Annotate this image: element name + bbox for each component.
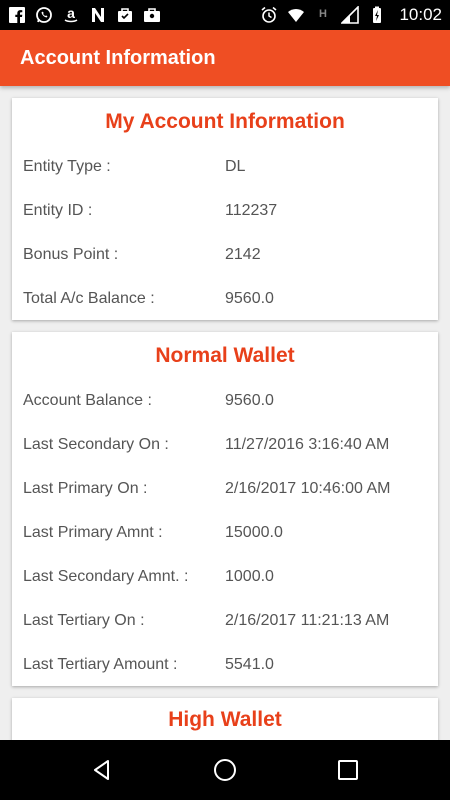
- row-label: Last Primary On :: [23, 480, 148, 497]
- back-button[interactable]: [82, 750, 122, 790]
- row-value: 5541.0: [225, 656, 274, 673]
- back-icon: [93, 760, 109, 780]
- row-value: 9560.0: [225, 290, 274, 307]
- wifi-icon: [287, 6, 305, 24]
- info-row: Last Tertiary Amount : 5541.0: [12, 656, 438, 680]
- row-label: Last Primary Amnt :: [23, 524, 163, 541]
- notification-icons: a: [8, 6, 161, 24]
- row-value: DL: [225, 158, 246, 175]
- row-value: 1000.0: [225, 568, 274, 585]
- news-icon: [89, 6, 107, 24]
- row-label: Last Secondary Amnt. :: [23, 568, 189, 585]
- row-label: Account Balance :: [23, 392, 152, 409]
- navigation-bar: [0, 740, 450, 800]
- info-row: Bonus Point : 2142: [12, 246, 438, 270]
- page-title: Account Information: [20, 46, 216, 69]
- row-value: 2/16/2017 11:21:13 AM: [225, 612, 390, 629]
- battery-charging-icon: [368, 6, 386, 24]
- info-row: Account Balance : 9560.0: [12, 392, 438, 416]
- row-value: 9560.0: [225, 392, 274, 409]
- whatsapp-icon: [35, 6, 53, 24]
- clock-time: 10:02: [399, 5, 442, 24]
- account-content[interactable]: My Account Information Entity Type : DL …: [0, 86, 450, 740]
- info-row: Last Tertiary On : 2/16/2017 11:21:13 AM: [12, 612, 438, 636]
- system-icons: H 10:02: [260, 5, 442, 25]
- bag-icon: [116, 6, 134, 24]
- card-title: My Account Information: [105, 110, 345, 133]
- home-icon: [213, 759, 236, 781]
- h-signal-icon: H: [314, 6, 332, 24]
- info-row: Last Secondary On : 11/27/2016 3:16:40 A…: [12, 436, 438, 460]
- info-row: Last Primary On : 2/16/2017 10:46:00 AM: [12, 480, 438, 504]
- alarm-icon: [260, 6, 278, 24]
- row-value: 2/16/2017 10:46:00 AM: [225, 480, 391, 497]
- row-value: 2142: [225, 246, 261, 263]
- svg-text:a: a: [67, 6, 75, 21]
- row-label: Last Secondary On :: [23, 436, 169, 453]
- row-label: Bonus Point :: [23, 246, 119, 263]
- facebook-icon: [8, 6, 26, 24]
- info-row: Last Secondary Amnt. : 1000.0: [12, 568, 438, 592]
- card-title: High Wallet: [168, 708, 282, 731]
- status-bar: a H 10:02: [0, 0, 450, 30]
- row-value: 112237: [225, 202, 278, 219]
- account-info-card: My Account Information Entity Type : DL …: [12, 98, 438, 320]
- info-row: Entity ID : 112237: [12, 202, 438, 226]
- row-label: Entity ID :: [23, 202, 93, 219]
- normal-wallet-card: Normal Wallet Account Balance : 9560.0 L…: [12, 332, 438, 686]
- home-button[interactable]: [205, 750, 245, 790]
- row-value: 15000.0: [225, 524, 283, 541]
- row-label: Last Tertiary On :: [23, 612, 145, 629]
- row-label: Entity Type :: [23, 158, 111, 175]
- recents-button[interactable]: [328, 750, 368, 790]
- network-type-label: H: [319, 8, 327, 20]
- row-value: 11/27/2016 3:16:40 AM: [225, 436, 390, 453]
- info-row: Entity Type : DL: [12, 158, 438, 182]
- info-row: Last Primary Amnt : 15000.0: [12, 524, 438, 548]
- info-row: Total A/c Balance : 9560.0: [12, 290, 438, 314]
- row-label: Last Tertiary Amount :: [23, 656, 178, 673]
- app-bar: Account Information: [0, 30, 450, 86]
- signal-icon: [341, 6, 360, 24]
- recents-icon: [338, 760, 359, 780]
- row-label: Total A/c Balance :: [23, 290, 155, 307]
- briefcase-icon: [143, 6, 161, 24]
- amazon-icon: a: [62, 6, 80, 24]
- high-wallet-card: High Wallet: [12, 698, 438, 740]
- card-title: Normal Wallet: [155, 344, 295, 367]
